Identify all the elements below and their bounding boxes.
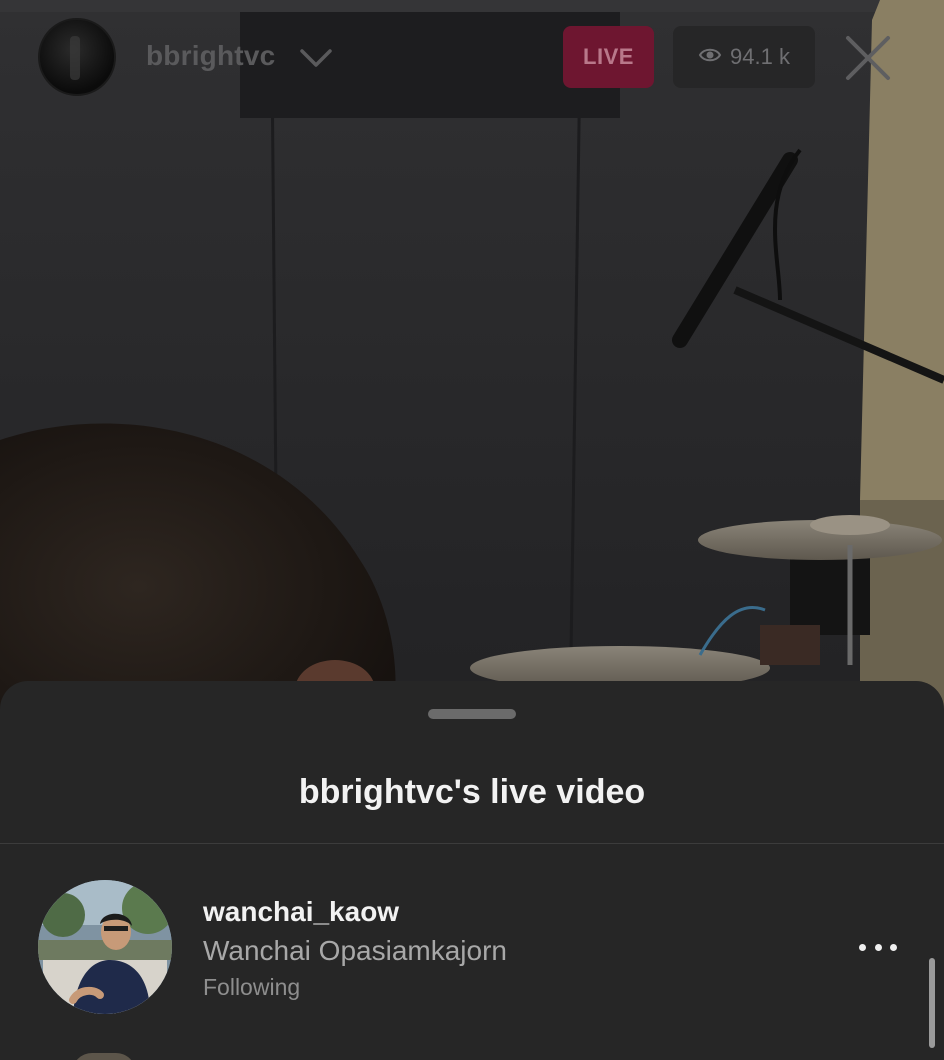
viewer-count-badge[interactable]: 94.1 k bbox=[673, 26, 815, 88]
dot bbox=[890, 943, 897, 951]
live-badge: LIVE bbox=[563, 26, 654, 88]
avatar[interactable] bbox=[38, 880, 172, 1014]
live-video-feed[interactable] bbox=[0, 0, 944, 720]
divider bbox=[0, 843, 944, 844]
eye-icon bbox=[698, 44, 722, 70]
chevron-down-icon[interactable] bbox=[298, 44, 334, 72]
viewer-count: 94.1 k bbox=[730, 44, 790, 69]
avatar[interactable] bbox=[72, 1053, 136, 1060]
dot bbox=[859, 943, 866, 951]
live-video-screen: bbrightvc LIVE 94.1 k bbrightvc's live v… bbox=[0, 0, 944, 1060]
sheet-grabber[interactable] bbox=[428, 709, 516, 719]
more-options-icon[interactable] bbox=[856, 932, 900, 962]
viewer-full-name: Wanchai Opasiamkajorn bbox=[203, 935, 507, 966]
viewer-username[interactable]: wanchai_kaow bbox=[203, 896, 399, 928]
host-avatar[interactable] bbox=[38, 18, 116, 96]
close-icon[interactable] bbox=[842, 32, 894, 84]
viewers-sheet: bbrightvc's live video wanchai_kaow Wanc… bbox=[0, 681, 944, 1060]
host-username[interactable]: bbrightvc bbox=[146, 40, 275, 72]
video-scene bbox=[0, 0, 944, 720]
list-item[interactable]: wanchai_kaow Wanchai Opasiamkajorn Follo… bbox=[0, 880, 944, 1016]
scrollbar[interactable] bbox=[929, 958, 935, 1048]
following-status: Following bbox=[203, 974, 301, 1000]
sheet-title: bbrightvc's live video bbox=[298, 773, 646, 811]
dot bbox=[874, 943, 882, 951]
